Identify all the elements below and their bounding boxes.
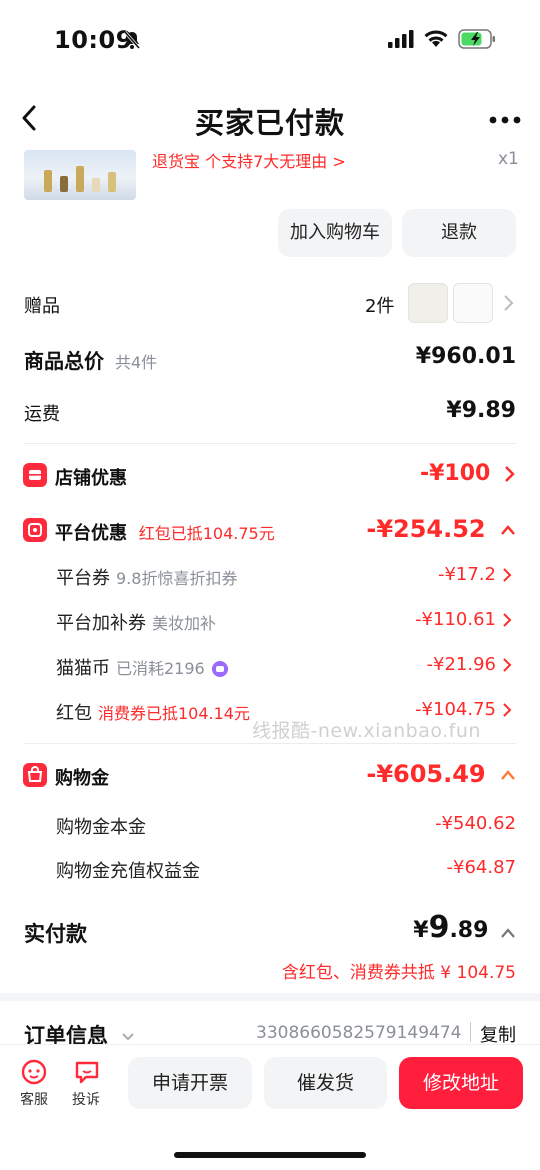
paid-note: 含红包、消费券共抵 ¥ 104.75	[281, 963, 516, 983]
store-discount-label: 店铺优惠	[55, 468, 127, 489]
chevron-right-icon	[505, 466, 515, 482]
platform-item-tag: 美妆加补	[152, 614, 217, 633]
goods-total-value: ¥960.01	[415, 344, 516, 369]
platform-discount-toggle[interactable]: -¥254.52	[366, 515, 516, 543]
platform-item-title: 红包	[56, 703, 92, 724]
chevron-right-icon	[503, 703, 512, 717]
platform-item-tag: 9.8折惊喜折扣券	[116, 569, 238, 588]
gold-item-label: 购物金充值权益金	[56, 861, 200, 882]
gift-label: 赠品	[24, 296, 60, 317]
platform-discount-title: 平台优惠	[55, 523, 127, 544]
bell-muted-icon	[123, 31, 141, 49]
cat-coin-icon	[211, 661, 228, 677]
paid-label: 实付款	[24, 922, 87, 946]
more-options-icon[interactable]	[489, 116, 521, 124]
platform-item-label: 平台加补券 美妆加补	[56, 609, 216, 635]
wifi-icon	[424, 30, 448, 47]
shipping-label: 运费	[24, 404, 60, 425]
gift-image-2[interactable]	[453, 283, 493, 323]
platform-discount-label: 平台优惠 红包已抵104.75元	[55, 519, 275, 545]
refund-button[interactable]: 退款	[402, 209, 516, 257]
store-discount-row[interactable]: -¥100	[420, 461, 516, 486]
customer-service-label[interactable]: 客服	[20, 1089, 48, 1109]
gold-item-value: -¥540.62	[435, 813, 516, 834]
urge-shipping-button[interactable]: 催发货	[264, 1057, 387, 1109]
home-indicator	[174, 1152, 366, 1158]
platform-discount-value: -¥254.52	[366, 515, 486, 543]
gift-count[interactable]: 2件	[365, 292, 394, 318]
platform-item-value-wrap: -¥21.96	[427, 654, 512, 675]
chevron-down-icon	[122, 1033, 135, 1041]
watermark-text: 线报酷-new.xianbao.fun	[252, 720, 481, 742]
platform-item-label: 平台券 9.8折惊喜折扣券	[56, 564, 237, 590]
platform-item-value-wrap: -¥17.2	[438, 564, 512, 585]
battery-charging-icon	[458, 29, 495, 49]
page-title: 买家已付款	[194, 106, 345, 140]
gift-image-1[interactable]	[408, 283, 448, 323]
complaint-label[interactable]: 投诉	[72, 1089, 100, 1109]
return-insurance-tag[interactable]: 退货宝 个支持7大无理由 >	[152, 148, 346, 172]
divider	[470, 1022, 471, 1042]
order-number: 3308660582579149474	[256, 1023, 462, 1043]
add-to-cart-button[interactable]: 加入购物车	[278, 209, 392, 257]
modify-address-button[interactable]: 修改地址	[399, 1057, 523, 1109]
platform-item-value-wrap: -¥110.61	[415, 609, 512, 630]
platform-item-value: -¥21.96	[426, 654, 496, 675]
customer-service-icon[interactable]	[20, 1058, 48, 1086]
shopping-gold-label: 购物金	[55, 768, 109, 789]
platform-item-value: -¥110.61	[415, 609, 496, 630]
platform-item-title: 平台加补券	[56, 613, 146, 634]
platform-item-label: 猫猫币 已消耗2196	[56, 654, 229, 680]
paid-currency: ¥	[413, 918, 429, 943]
paid-integer: 9	[428, 910, 450, 945]
request-invoice-button[interactable]: 申请开票	[128, 1057, 252, 1109]
gold-item-value: -¥64.87	[446, 857, 516, 878]
shopping-gold-toggle[interactable]: -¥605.49	[366, 760, 516, 788]
gift-chevron-right-icon[interactable]	[503, 294, 515, 312]
platform-item-tag: 已消耗2196	[116, 659, 205, 678]
platform-item-value: -¥17.2	[437, 564, 496, 585]
shopping-gold-value: -¥605.49	[366, 760, 486, 788]
store-icon	[23, 463, 47, 487]
chevron-up-icon	[501, 770, 515, 780]
platform-item-label: 红包 消费券已抵104.14元	[56, 699, 250, 725]
product-thumbnail[interactable]	[24, 150, 136, 200]
paid-amount-toggle[interactable]: ¥9.89	[413, 910, 516, 945]
chevron-up-icon	[501, 927, 515, 938]
platform-item-title: 猫猫币	[56, 658, 110, 679]
paid-decimal: .89	[449, 918, 489, 943]
goods-total-label: 商品总价 共4件	[24, 345, 157, 374]
signal-icon	[388, 30, 414, 48]
shopping-bag-icon	[23, 763, 47, 787]
platform-item-title: 平台券	[56, 568, 110, 589]
chevron-up-icon	[501, 525, 515, 535]
divider	[24, 743, 516, 744]
goods-total-count: 共4件	[114, 353, 158, 372]
chevron-right-icon	[503, 658, 512, 672]
chevron-right-icon	[503, 613, 512, 627]
shipping-value: ¥9.89	[446, 398, 516, 423]
platform-item-tag: 消费券已抵104.14元	[98, 704, 250, 723]
divider	[24, 443, 516, 444]
section-gap	[0, 993, 540, 1001]
platform-icon	[23, 518, 47, 542]
complaint-icon[interactable]	[73, 1058, 101, 1086]
goods-total-title: 商品总价	[24, 349, 104, 373]
chevron-right-icon	[503, 568, 512, 582]
store-discount-value: -¥100	[419, 461, 491, 486]
platform-discount-tag: 红包已抵104.75元	[138, 524, 275, 543]
gold-item-label: 购物金本金	[56, 817, 146, 838]
product-quantity: x1	[498, 149, 519, 169]
